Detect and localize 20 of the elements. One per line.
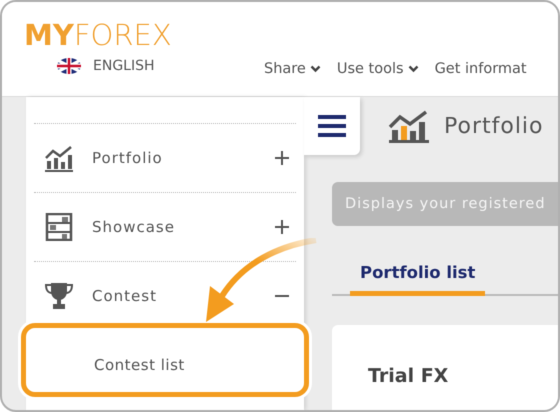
chart-icon (44, 144, 74, 172)
sidebar-item[interactable]: Contest (26, 262, 304, 330)
sidebar-item[interactable]: Portfolio (26, 124, 304, 192)
sidebar-item[interactable]: Showcase (26, 193, 304, 261)
page-title: Portfolio (444, 114, 544, 138)
shelf-icon (44, 213, 74, 241)
submenu-item[interactable]: Contest list (26, 330, 304, 400)
trophy-icon (44, 282, 74, 310)
chart-icon (388, 109, 430, 143)
language-label[interactable]: ENGLISH (93, 58, 155, 74)
info-banner: Displays your registered (332, 182, 558, 226)
menu-icon (318, 114, 346, 138)
logo: MYFOREX (24, 18, 173, 52)
card-title: Trial FX (368, 365, 450, 387)
nav-menu-item[interactable]: Use tools (336, 42, 419, 96)
nav-menu-item[interactable]: Get informat (434, 42, 527, 96)
menu-button[interactable] (304, 97, 360, 155)
tab[interactable]: Portfolio list (350, 263, 486, 296)
flag-icon (57, 58, 81, 74)
nav-menu-item[interactable]: Share (264, 42, 321, 96)
